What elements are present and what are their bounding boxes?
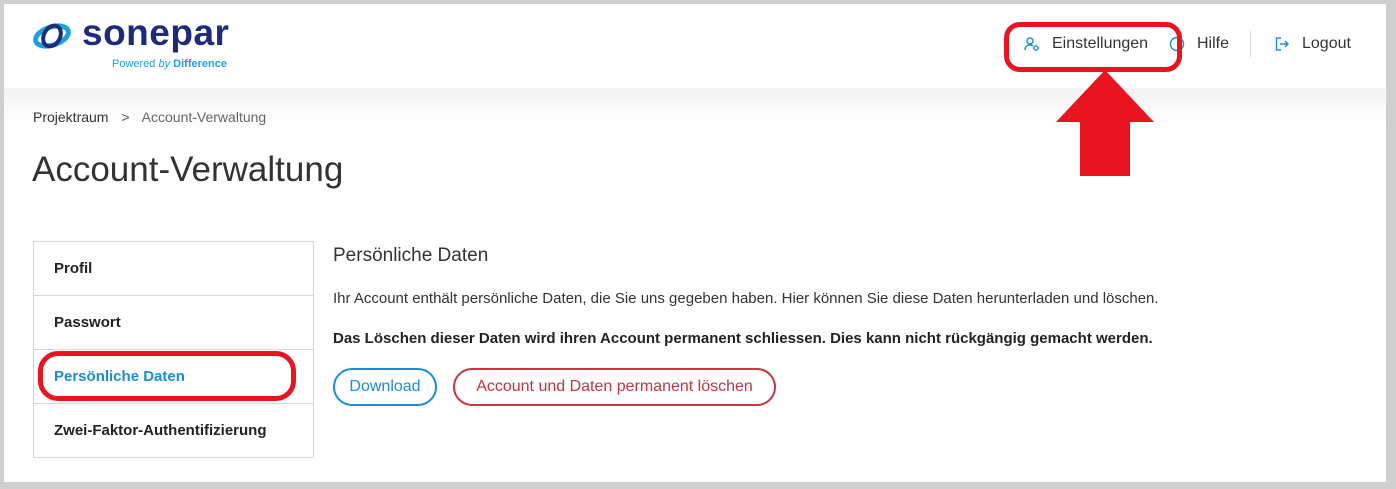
sidebar-item-passwort[interactable]: Passwort	[34, 296, 313, 350]
nav-hilfe[interactable]: Hilfe	[1169, 35, 1229, 53]
help-circle-icon	[1169, 36, 1185, 52]
page-title: Account-Verwaltung	[32, 150, 344, 189]
tagline-prefix: Powered	[112, 58, 156, 70]
nav-einstellungen[interactable]: Einstellungen	[1024, 35, 1148, 53]
breadcrumb-separator: >	[121, 109, 130, 125]
sonepar-logo-icon	[33, 23, 71, 49]
account-sidebar-menu: Profil Passwort Persönliche Daten Zwei-F…	[33, 241, 314, 458]
nav-divider	[1250, 31, 1251, 57]
sidebar-item-persoenliche-daten[interactable]: Persönliche Daten	[34, 350, 313, 404]
sidebar-item-profil[interactable]: Profil	[34, 242, 313, 296]
nav-label-einstellungen: Einstellungen	[1052, 35, 1149, 52]
nav-logout[interactable]: Logout	[1274, 35, 1351, 53]
sidebar-item-label: Passwort	[54, 314, 121, 331]
user-settings-icon	[1024, 37, 1040, 52]
tagline-suffix: Difference	[173, 58, 227, 70]
breadcrumb-current: Account-Verwaltung	[141, 109, 267, 125]
nav-label-logout: Logout	[1302, 35, 1351, 52]
section-description: Ihr Account enthält persönliche Daten, d…	[333, 290, 1159, 307]
logout-icon	[1275, 37, 1289, 51]
brand-name: sonepar	[82, 12, 230, 53]
download-button[interactable]: Download	[333, 368, 437, 406]
delete-account-button[interactable]: Account und Daten permanent löschen	[453, 368, 776, 406]
sidebar-item-label: Profil	[54, 260, 93, 277]
tagline-by: by	[158, 58, 171, 70]
section-title: Persönliche Daten	[333, 245, 489, 266]
nav-label-hilfe: Hilfe	[1197, 35, 1230, 52]
sidebar-item-label: Zwei-Faktor-Authentifizierung	[54, 422, 267, 439]
up-arrow-annotation-icon	[1056, 70, 1154, 176]
app-window: sonepar Powered by Difference Einstellun…	[4, 4, 1386, 482]
section-warning: Das Löschen dieser Daten wird ihren Acco…	[333, 330, 1153, 347]
breadcrumb: Projektraum > Account-Verwaltung	[33, 109, 266, 125]
breadcrumb-projektraum[interactable]: Projektraum	[33, 109, 108, 125]
sidebar-item-label: Persönliche Daten	[54, 368, 185, 385]
brand-tagline: Powered by Difference	[112, 58, 227, 70]
sidebar-item-zwei-faktor[interactable]: Zwei-Faktor-Authentifizierung	[34, 404, 313, 458]
